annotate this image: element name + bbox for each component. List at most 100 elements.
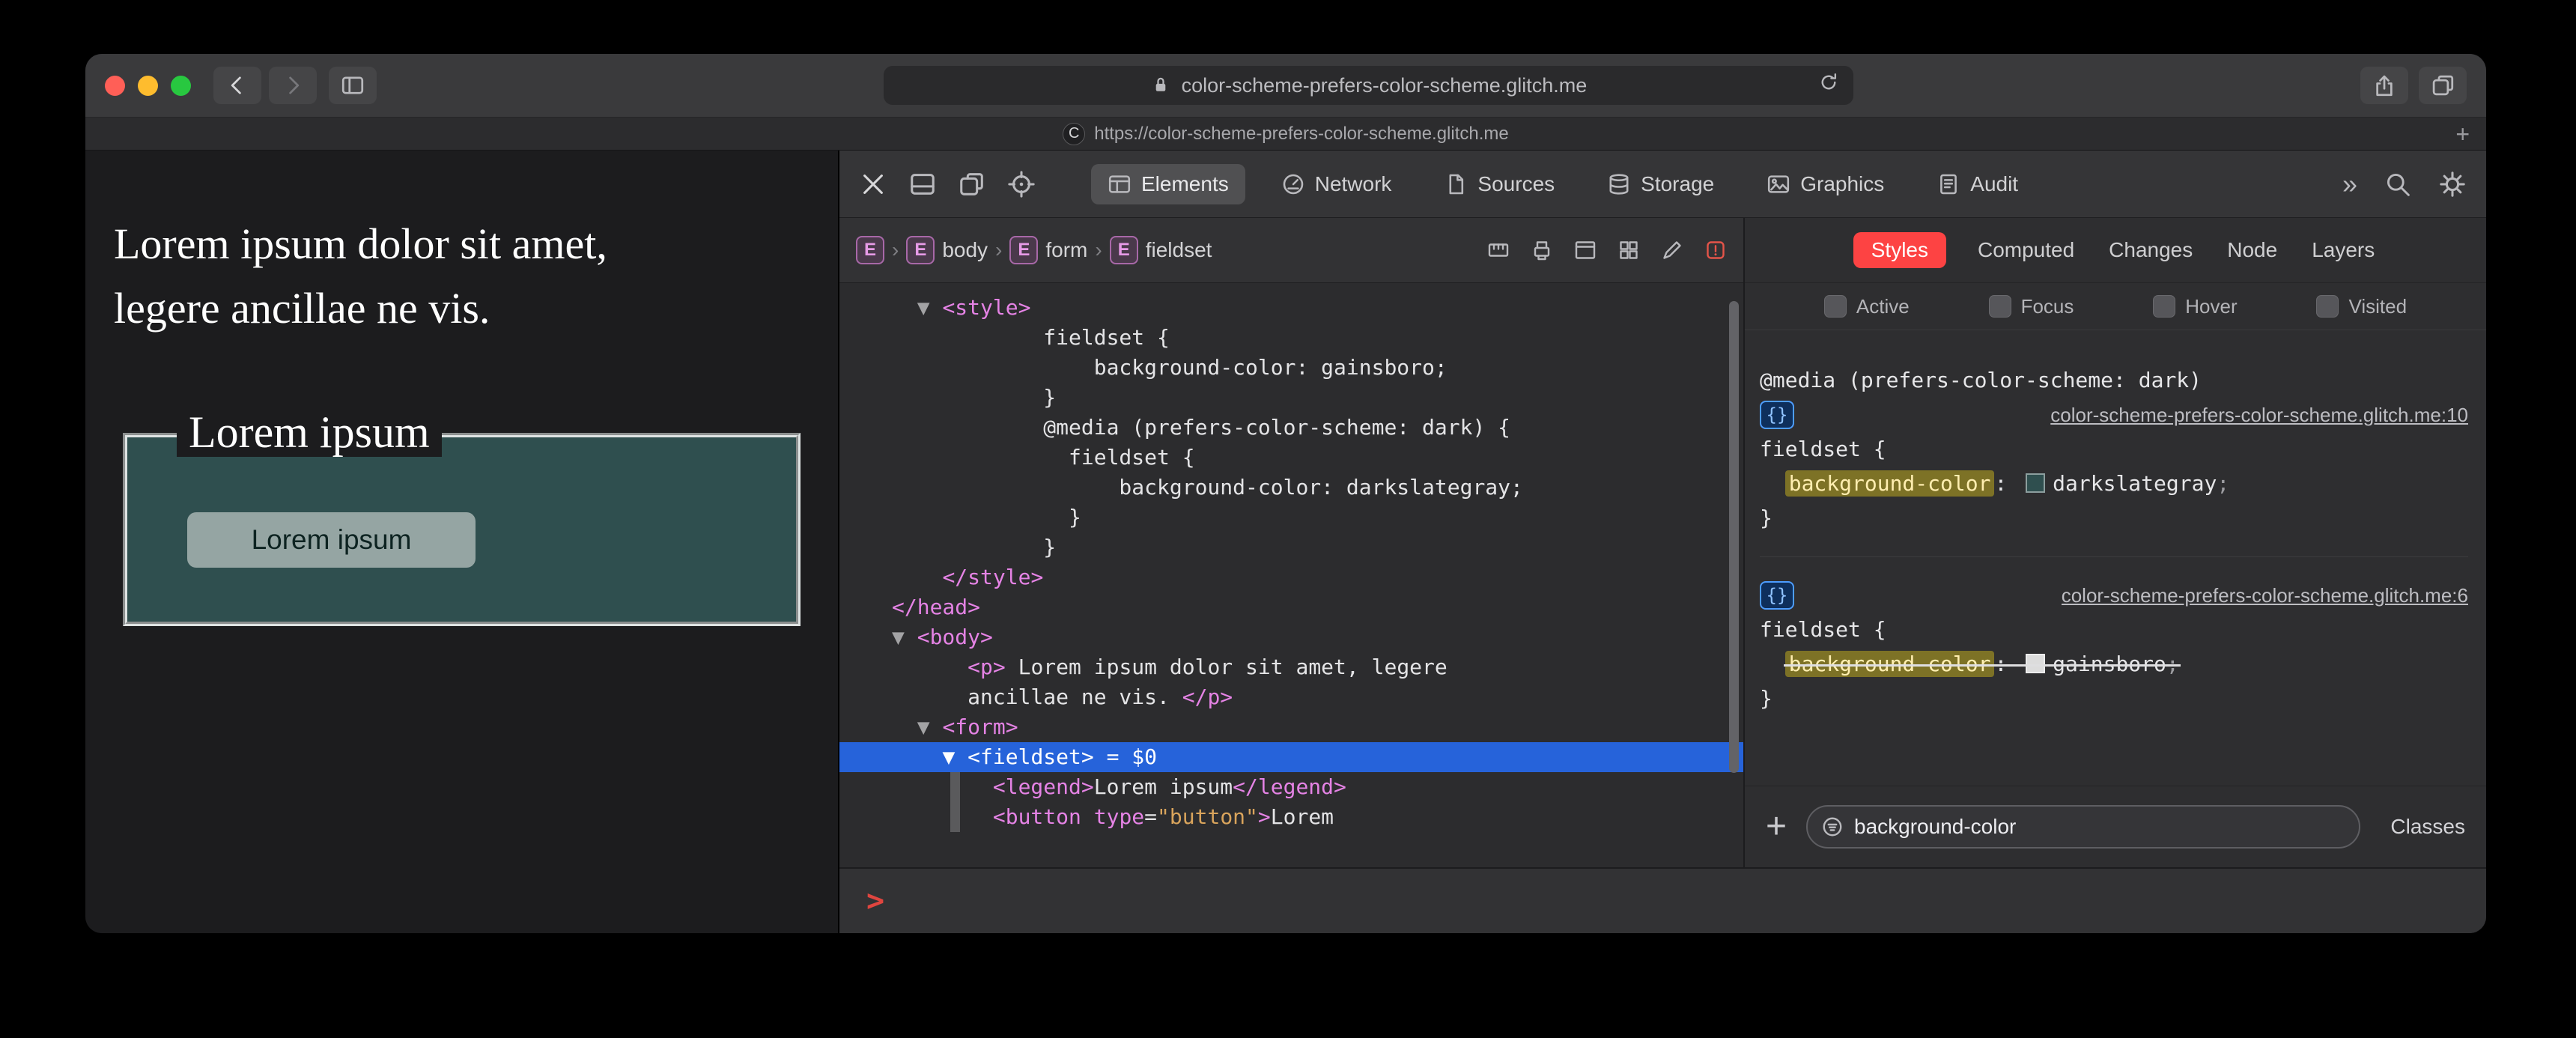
checkbox-icon: [2153, 295, 2176, 318]
dom-tree-node[interactable]: fieldset {: [839, 443, 1743, 473]
tab-layers[interactable]: Layers: [2309, 232, 2378, 268]
dom-tree-node[interactable]: @media (prefers-color-scheme: dark) {: [839, 413, 1743, 443]
back-button[interactable]: [213, 67, 261, 104]
dom-tree-selected-node[interactable]: ▼ <fieldset> = $0: [839, 742, 1743, 772]
layout-columns-icon[interactable]: [1487, 239, 1510, 261]
styles-footer: + Classes: [1745, 786, 2486, 867]
checkbox-icon: [1988, 295, 2011, 318]
breadcrumb-fieldset[interactable]: E fieldset: [1109, 236, 1212, 264]
tab-styles[interactable]: Styles: [1853, 232, 1946, 268]
toggle-active[interactable]: Active: [1823, 295, 1910, 318]
url-bar[interactable]: color-scheme-prefers-color-scheme.glitch…: [884, 66, 1853, 105]
grid-overlay-icon[interactable]: [1617, 239, 1640, 261]
dom-tree-node[interactable]: ancillae ne vis. </p>: [839, 682, 1743, 712]
tab-label: Network: [1314, 172, 1392, 195]
tab-elements[interactable]: Elements: [1091, 163, 1245, 204]
dom-tree-node[interactable]: }: [839, 532, 1743, 562]
rule-selector[interactable]: fieldset {: [1760, 613, 2468, 647]
quick-console[interactable]: >: [839, 867, 2486, 933]
rule-selector[interactable]: fieldset {: [1760, 432, 2468, 467]
dom-tree-node[interactable]: background-color: gainsboro;: [839, 353, 1743, 383]
dom-tree-node[interactable]: </head>: [839, 592, 1743, 622]
dom-tree-node[interactable]: background-color: darkslategray;: [839, 473, 1743, 503]
element-picker-icon[interactable]: [1007, 170, 1036, 198]
rule-source-link[interactable]: color-scheme-prefers-color-scheme.glitch…: [2062, 578, 2468, 613]
tab-storage[interactable]: Storage: [1591, 164, 1731, 204]
forward-button[interactable]: [269, 67, 317, 104]
tab-computed[interactable]: Computed: [1975, 232, 2077, 268]
style-rules: @media (prefers-color-scheme: dark) {} col…: [1745, 330, 2486, 786]
issues-badge-icon[interactable]: [1704, 239, 1727, 261]
tab-sources[interactable]: Sources: [1427, 164, 1571, 204]
tab-network[interactable]: Network: [1265, 164, 1409, 204]
dom-tree-node[interactable]: }: [839, 503, 1743, 532]
dock-bottom-icon[interactable]: [908, 170, 937, 198]
toggle-focus[interactable]: Focus: [1988, 295, 2074, 318]
edit-dom-icon[interactable]: [1661, 239, 1683, 261]
dom-tree-node[interactable]: <button type="button">Lorem: [839, 802, 1743, 832]
css-declaration[interactable]: background-color: gainsboro;: [1760, 647, 2468, 682]
zoom-window-button[interactable]: [171, 75, 191, 96]
css-property-name[interactable]: background-color: [1784, 470, 1995, 497]
active-tab[interactable]: https://color-scheme-prefers-color-schem…: [1094, 124, 1509, 145]
css-property-value[interactable]: gainsboro: [2053, 652, 2166, 676]
color-swatch[interactable]: [2026, 654, 2046, 673]
toggle-hover[interactable]: Hover: [2153, 295, 2238, 318]
sidebar-toggle-button[interactable]: [329, 67, 377, 104]
frames-icon[interactable]: [1574, 239, 1597, 261]
reload-icon: [1821, 73, 1837, 90]
breadcrumb-html[interactable]: E: [856, 236, 884, 264]
classes-button[interactable]: Classes: [2390, 815, 2465, 839]
new-rule-button[interactable]: +: [1766, 809, 1787, 845]
sources-icon: [1449, 174, 1464, 194]
breadcrumb-form[interactable]: E form: [1009, 236, 1087, 264]
gear-icon[interactable]: [2438, 170, 2467, 198]
inspector-main: E › E body › E form › E fieldset ▼ <styl…: [839, 218, 2486, 867]
dom-tree-node[interactable]: ▼ <body>: [839, 622, 1743, 652]
dom-tree-node[interactable]: ▼ <form>: [839, 712, 1743, 742]
print-styles-icon[interactable]: [1531, 239, 1553, 261]
dom-tree-node[interactable]: ▼ <style>: [839, 293, 1743, 323]
css-declaration[interactable]: background-color: darkslategray;: [1760, 467, 2468, 501]
dom-tree-node[interactable]: fieldset {: [839, 323, 1743, 353]
close-window-button[interactable]: [105, 75, 125, 96]
tab-audit[interactable]: Audit: [1920, 164, 2035, 204]
rule-source-link[interactable]: color-scheme-prefers-color-scheme.glitch…: [2050, 398, 2468, 432]
dom-tree-node[interactable]: <p> Lorem ipsum dolor sit amet, legere: [839, 652, 1743, 682]
css-property-value[interactable]: darkslategray: [2053, 471, 2217, 496]
toggle-visited[interactable]: Visited: [2316, 295, 2407, 318]
breadcrumb-body[interactable]: E body: [906, 236, 988, 264]
share-button[interactable]: [2360, 67, 2408, 104]
tab-graphics[interactable]: Graphics: [1750, 164, 1901, 204]
close-inspector-icon[interactable]: [859, 170, 887, 198]
rule-source-icon[interactable]: {}: [1760, 581, 1794, 610]
dom-tree-node[interactable]: <legend>Lorem ipsum</legend>: [839, 772, 1743, 802]
network-icon: [1283, 174, 1303, 194]
style-rule: @media (prefers-color-scheme: dark) {} col…: [1760, 363, 2468, 556]
child-indent-guide: [950, 772, 960, 832]
style-filter[interactable]: [1806, 805, 2361, 849]
reload-button[interactable]: [1817, 71, 1840, 94]
nav-buttons: [213, 67, 317, 104]
undock-windows-icon[interactable]: [958, 170, 986, 198]
more-tabs-button[interactable]: »: [2342, 170, 2357, 198]
css-property-name[interactable]: background-color: [1784, 651, 1995, 677]
style-rule: {} color-scheme-prefers-color-scheme.glit…: [1760, 556, 2468, 737]
tab-node[interactable]: Node: [2224, 232, 2280, 268]
lock-icon: [1155, 77, 1165, 91]
filter-icon: [1823, 817, 1842, 837]
rule-source-icon[interactable]: {}: [1760, 401, 1794, 429]
dom-tree-node[interactable]: </style>: [839, 562, 1743, 592]
color-swatch[interactable]: [2026, 473, 2046, 493]
window-content: Lorem ipsum dolor sit amet, legere ancil…: [85, 151, 2486, 933]
search-icon[interactable]: [2384, 171, 2411, 198]
tab-overview-button[interactable]: [2419, 67, 2467, 104]
dom-scrollbar-thumb[interactable]: [1729, 301, 1739, 773]
page-button[interactable]: Lorem ipsum: [187, 512, 476, 568]
storage-icon: [1609, 173, 1629, 195]
dom-tree-node[interactable]: }: [839, 383, 1743, 413]
minimize-window-button[interactable]: [138, 75, 158, 96]
new-tab-button[interactable]: +: [2455, 122, 2470, 146]
style-filter-input[interactable]: [1854, 815, 2346, 839]
tab-changes[interactable]: Changes: [2106, 232, 2196, 268]
